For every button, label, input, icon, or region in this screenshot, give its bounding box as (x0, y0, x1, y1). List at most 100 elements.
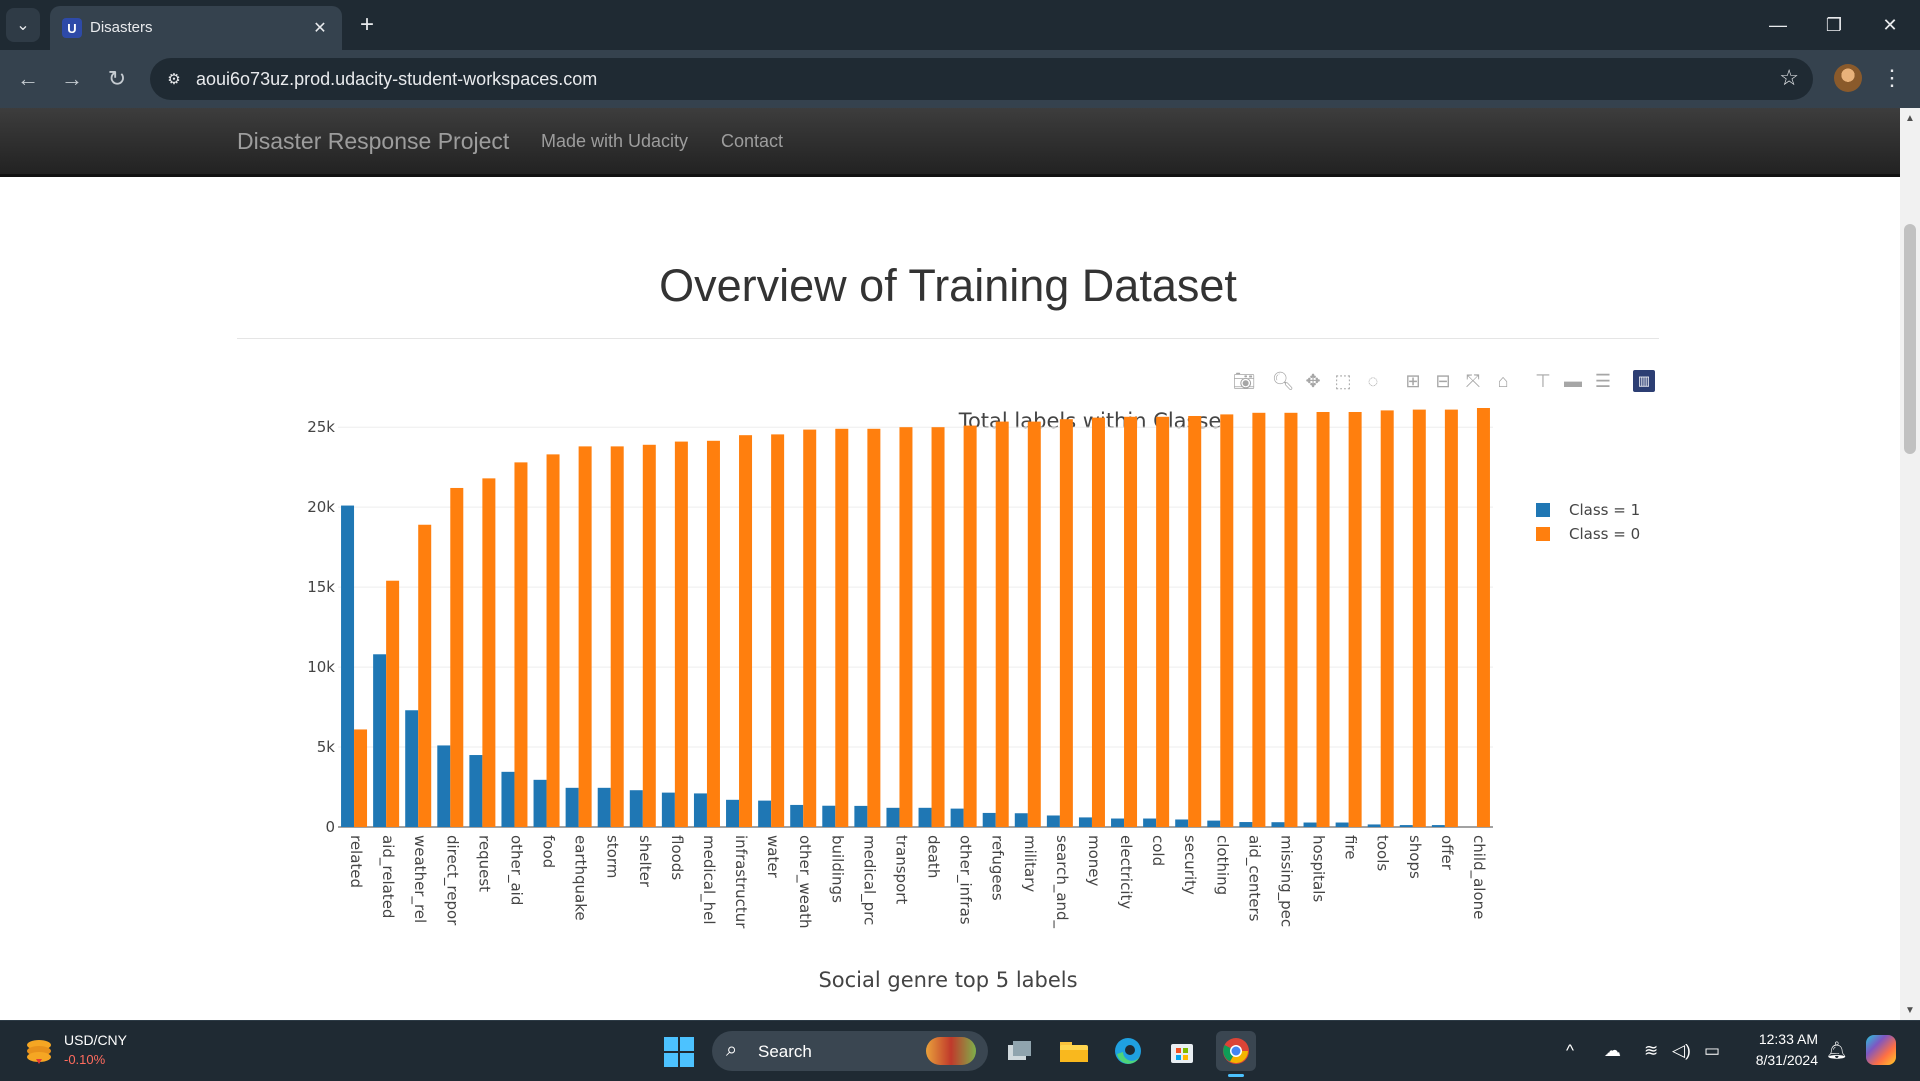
tab-disasters[interactable]: U Disasters ✕ (50, 6, 342, 50)
new-tab-icon[interactable]: + (352, 10, 382, 40)
bar-class-0[interactable] (642, 444, 656, 827)
tray-overflow-chevron-icon[interactable]: ^ (1566, 1041, 1574, 1061)
onedrive-icon[interactable]: ☁ (1604, 1041, 1621, 1061)
bar-class-0[interactable] (354, 729, 368, 827)
bar-class-1[interactable] (950, 808, 964, 827)
edge-icon[interactable] (1108, 1031, 1148, 1071)
bar-class-1[interactable] (1367, 824, 1381, 827)
forward-icon[interactable]: → (56, 63, 88, 95)
bar-class-0[interactable] (1252, 412, 1266, 827)
bar-class-1[interactable] (854, 805, 868, 827)
bar-class-0[interactable] (1188, 415, 1202, 827)
bar-class-0[interactable] (1284, 412, 1298, 827)
bar-class-0[interactable] (418, 524, 432, 827)
page-scrollbar[interactable]: ▲ ▼ (1900, 108, 1920, 1020)
bar-class-0[interactable] (963, 425, 977, 827)
bar-class-0[interactable] (931, 427, 945, 827)
legend-label[interactable]: Class = 0 (1569, 525, 1640, 543)
clock-time[interactable]: 12:33 AM (1744, 1031, 1818, 1047)
bar-class-1[interactable] (822, 805, 836, 827)
back-icon[interactable]: ← (12, 63, 44, 95)
restore-icon[interactable]: ❐ (1806, 0, 1862, 50)
bar-class-1[interactable] (1078, 817, 1092, 827)
url-text[interactable]: aoui6o73uz.prod.udacity-student-workspac… (196, 69, 597, 90)
bar-class-1[interactable] (918, 807, 932, 827)
close-icon[interactable]: ✕ (1862, 0, 1918, 50)
bar-class-0[interactable] (1220, 414, 1234, 827)
task-view-icon[interactable] (1000, 1031, 1040, 1071)
scrollbar-thumb[interactable] (1904, 224, 1916, 454)
widget-label[interactable]: USD/CNY (64, 1032, 127, 1048)
bar-class-1[interactable] (1207, 820, 1221, 827)
bar-class-1[interactable] (565, 787, 579, 827)
bar-class-0[interactable] (835, 428, 849, 827)
bar-class-0[interactable] (867, 428, 881, 827)
bar-class-1[interactable] (437, 745, 451, 827)
bar-class-1[interactable] (982, 812, 996, 827)
legend-swatch[interactable] (1536, 527, 1550, 541)
bar-class-0[interactable] (1027, 421, 1041, 827)
legend-swatch[interactable] (1536, 503, 1550, 517)
bar-class-0[interactable] (706, 440, 720, 827)
bar-class-1[interactable] (1271, 822, 1285, 827)
file-explorer-icon[interactable] (1054, 1031, 1094, 1071)
bar-class-1[interactable] (661, 792, 675, 827)
clock-date[interactable]: 8/31/2024 (1734, 1052, 1818, 1068)
legend-label[interactable]: Class = 1 (1569, 501, 1640, 519)
bar-class-0[interactable] (803, 429, 817, 827)
tab-search-chevron-icon[interactable]: ⌄ (6, 8, 40, 42)
address-bar[interactable]: ⚙ aoui6o73uz.prod.udacity-student-worksp… (150, 58, 1813, 100)
bar-class-0[interactable] (1476, 408, 1490, 827)
bar-class-0[interactable] (739, 435, 753, 827)
bar-class-0[interactable] (450, 487, 464, 827)
bookmark-star-icon[interactable]: ☆ (1779, 65, 1799, 91)
bar-class-1[interactable] (1335, 822, 1349, 827)
scroll-down-icon[interactable]: ▼ (1900, 1000, 1920, 1020)
bar-class-1[interactable] (469, 755, 483, 827)
windows-start-icon[interactable] (664, 1037, 694, 1067)
bar-class-0[interactable] (1316, 411, 1330, 827)
reload-icon[interactable]: ↻ (101, 63, 133, 95)
profile-avatar[interactable] (1834, 64, 1862, 92)
notification-bell-icon[interactable]: 🔔︎ (1826, 1041, 1848, 1061)
bar-class-1[interactable] (405, 710, 419, 827)
bar-class-0[interactable] (1380, 410, 1394, 827)
bar-class-1[interactable] (1239, 822, 1253, 827)
bar-class-0[interactable] (482, 478, 496, 827)
bar-class-0[interactable] (610, 446, 624, 827)
battery-icon[interactable]: ▭ (1704, 1041, 1720, 1061)
bar-class-0[interactable] (546, 454, 560, 827)
bar-class-0[interactable] (1444, 409, 1458, 827)
bar-class-0[interactable] (578, 446, 592, 827)
bar-class-0[interactable] (514, 462, 528, 827)
bar-class-1[interactable] (790, 804, 804, 827)
copilot-icon[interactable] (1866, 1035, 1896, 1065)
bar-class-1[interactable] (373, 654, 387, 827)
bar-class-1[interactable] (758, 800, 772, 827)
bar-class-1[interactable] (533, 779, 547, 827)
minimize-icon[interactable]: — (1750, 0, 1806, 50)
bar-class-0[interactable] (1348, 411, 1362, 827)
wifi-icon[interactable]: ≋ (1644, 1041, 1658, 1061)
bar-class-1[interactable] (1399, 825, 1413, 827)
bar-class-1[interactable] (501, 771, 515, 827)
chrome-icon[interactable] (1216, 1031, 1256, 1077)
bar-class-1[interactable] (1014, 813, 1028, 827)
bar-class-0[interactable] (899, 427, 913, 827)
bar-class-0[interactable] (386, 580, 400, 827)
microsoft-store-icon[interactable] (1162, 1031, 1202, 1071)
bar-class-1[interactable] (1143, 818, 1157, 827)
widget-value[interactable]: -0.10% (64, 1052, 105, 1067)
bar-class-1[interactable] (1175, 819, 1189, 827)
bar-class-1[interactable] (341, 505, 355, 827)
bar-class-1[interactable] (597, 787, 611, 827)
bar-class-1[interactable] (629, 790, 643, 827)
bar-class-0[interactable] (674, 441, 688, 827)
tab-close-icon[interactable]: ✕ (308, 16, 332, 40)
bar-class-0[interactable] (1412, 409, 1426, 827)
currency-widget-icon[interactable] (24, 1037, 54, 1065)
volume-icon[interactable]: ◁) (1672, 1041, 1691, 1061)
bar-class-1[interactable] (1111, 818, 1125, 827)
bar-class-1[interactable] (1431, 825, 1445, 827)
bar-class-1[interactable] (1303, 822, 1317, 827)
